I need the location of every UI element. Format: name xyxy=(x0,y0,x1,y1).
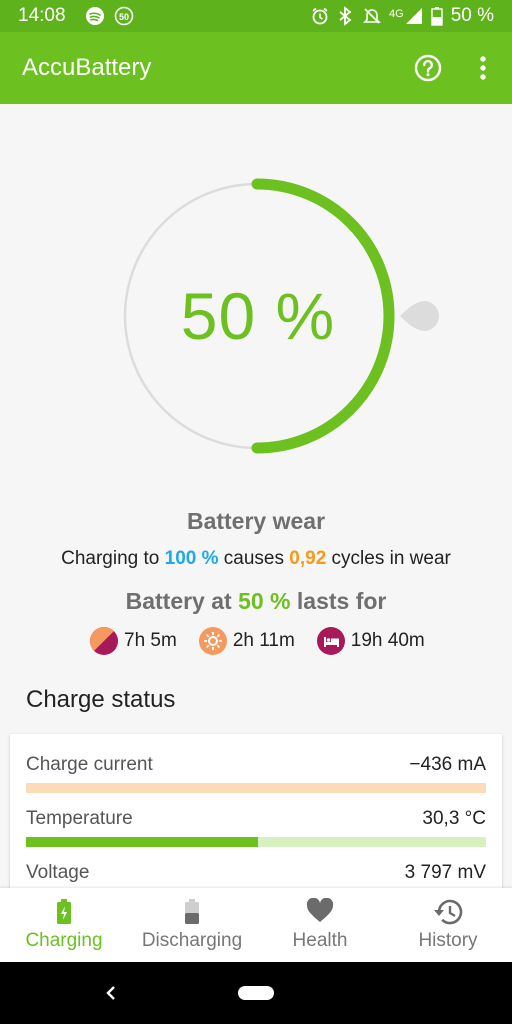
sleep-bed-icon xyxy=(316,627,345,655)
battery-wear-text: Charging to 100 % causes 0,92 cycles in … xyxy=(61,548,451,569)
signal-icon xyxy=(404,6,424,32)
charge-current-value: −436 mA xyxy=(409,754,486,775)
help-icon[interactable] xyxy=(413,53,443,88)
voltage-label: Voltage xyxy=(26,862,90,883)
lasts-item-screen-on: 2h 11m xyxy=(198,627,295,655)
wear-cycles-value: 0,92 xyxy=(289,548,327,569)
speed-badge-icon: 50 xyxy=(114,6,134,32)
battery-half-icon xyxy=(185,899,199,924)
history-icon xyxy=(434,899,463,925)
spotify-icon xyxy=(85,6,105,32)
gauge-handle[interactable] xyxy=(400,301,439,331)
temperature-bar xyxy=(26,837,486,847)
svg-text:50: 50 xyxy=(119,12,129,22)
bottom-navigation: Charging Discharging Health History xyxy=(0,888,512,962)
mute-icon xyxy=(362,6,382,32)
lasts-item-mixed: 7h 5m xyxy=(90,627,177,655)
temperature-label: Temperature xyxy=(26,808,133,829)
nav-tab-history[interactable]: History xyxy=(384,888,512,962)
battery-percent-text: 50 % xyxy=(450,5,494,26)
alarm-icon xyxy=(310,6,330,32)
nav-tab-health[interactable]: Health xyxy=(256,888,384,962)
bluetooth-icon xyxy=(337,6,353,32)
home-pill-button[interactable] xyxy=(238,986,274,1000)
gauge-percent-text: 50 % xyxy=(180,279,336,353)
back-icon[interactable] xyxy=(104,985,118,1006)
nav-tab-discharging[interactable]: Discharging xyxy=(128,888,256,962)
battery-charging-icon xyxy=(57,899,71,924)
status-bar: 14:08 50 4G 50 % xyxy=(0,0,512,32)
voltage-value: 3 797 mV xyxy=(404,862,486,883)
charge-target-value: 100 % xyxy=(164,548,219,569)
app-title: AccuBattery xyxy=(22,54,152,81)
charge-status-title: Charge status xyxy=(26,686,176,713)
temperature-value: 30,3 °C xyxy=(422,808,486,829)
charge-current-bar xyxy=(26,783,486,793)
charge-status-card: Charge current −436 mA Temperature 30,3 … xyxy=(10,734,502,888)
lasts-estimates: 7h 5m 2h 11m 19h 40m xyxy=(90,626,447,656)
screen-on-icon xyxy=(198,627,227,655)
battery-wear-title: Battery wear xyxy=(186,508,326,534)
charge-current-label: Charge current xyxy=(26,754,153,775)
temperature-bar-fill xyxy=(26,837,259,847)
nav-tab-charging[interactable]: Charging xyxy=(0,888,128,962)
more-vert-icon[interactable] xyxy=(472,55,494,86)
battery-status-icon xyxy=(431,6,443,32)
battery-lasts-title: Battery at 50 % lasts for xyxy=(125,588,387,614)
screen-mixed-icon xyxy=(90,627,118,655)
heart-icon xyxy=(306,898,334,922)
status-time: 14:08 xyxy=(18,5,66,26)
lasts-item-sleep: 19h 40m xyxy=(316,627,425,655)
lasts-percent-value: 50 % xyxy=(238,588,291,614)
network-type: 4G xyxy=(389,8,404,20)
